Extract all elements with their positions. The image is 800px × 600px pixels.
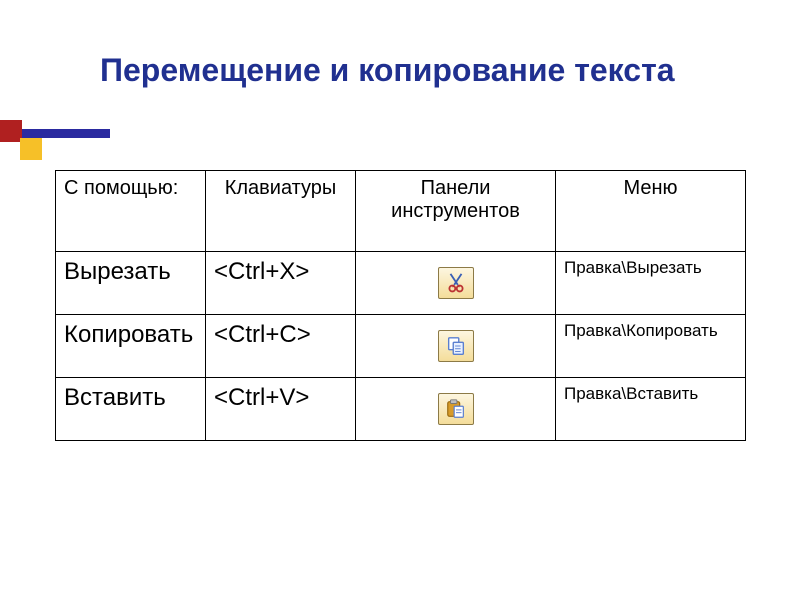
header-menu: Меню (556, 171, 746, 252)
cut-icon (438, 267, 474, 299)
op-shortcut: <Ctrl+V> (206, 378, 356, 441)
op-menu: Правка\Вырезать (556, 252, 746, 315)
op-icon-cell (356, 315, 556, 378)
operations-table: С помощью: Клавиатуры Панели инструменто… (55, 170, 746, 441)
op-shortcut: <Ctrl+X> (206, 252, 356, 315)
slide-title: Перемещение и копирование текста (100, 52, 680, 89)
op-icon-cell (356, 378, 556, 441)
header-toolbar: Панели инструментов (356, 171, 556, 252)
paste-icon (438, 393, 474, 425)
corner-decoration (0, 120, 110, 165)
table-row: Копировать <Ctrl+C> Правка\Копировать (56, 315, 746, 378)
op-name: Копировать (56, 315, 206, 378)
table-row: Вставить <Ctrl+V> Правка\Вставить (56, 378, 746, 441)
op-shortcut: <Ctrl+C> (206, 315, 356, 378)
op-name: Вставить (56, 378, 206, 441)
header-keyboard: Клавиатуры (206, 171, 356, 252)
op-menu: Правка\Вставить (556, 378, 746, 441)
slide: Перемещение и копирование текста С помощ… (0, 0, 800, 600)
copy-icon (438, 330, 474, 362)
table-header-row: С помощью: Клавиатуры Панели инструменто… (56, 171, 746, 252)
op-name: Вырезать (56, 252, 206, 315)
op-menu: Правка\Копировать (556, 315, 746, 378)
table-row: Вырезать <Ctrl+X> Правка\Выр (56, 252, 746, 315)
header-with: С помощью: (56, 171, 206, 252)
op-icon-cell (356, 252, 556, 315)
